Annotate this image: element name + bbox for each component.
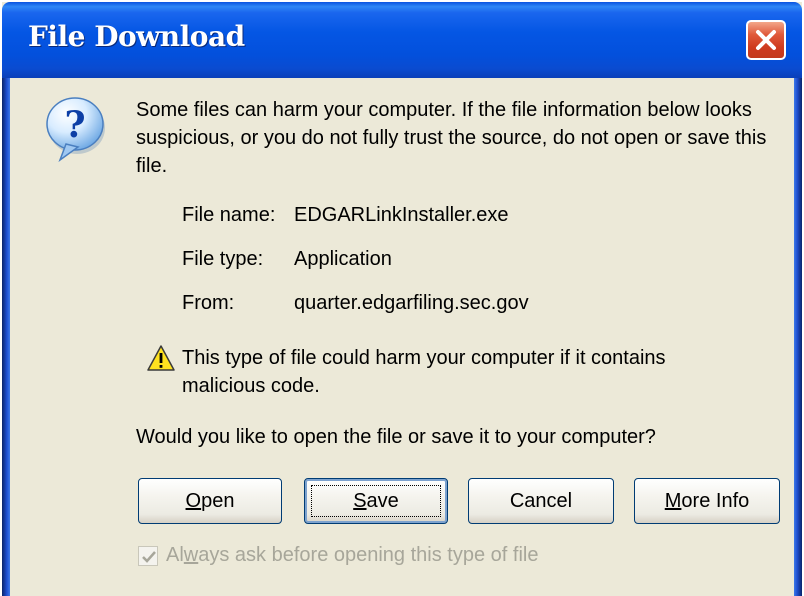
more-info-button-label: ore Info xyxy=(681,490,750,512)
dialog-body: ? Some files can harm your computer. If … xyxy=(10,78,794,596)
caution-message: This type of file could harm your comput… xyxy=(182,347,666,397)
always-ask-label-part: Al xyxy=(166,544,184,566)
question-mark-balloon-icon: ? xyxy=(46,97,105,162)
open-button-label: pen xyxy=(201,490,235,512)
cancel-button-label: Cancel xyxy=(509,490,573,512)
file-name-value: EDGARLinkInstaller.exe xyxy=(294,204,509,226)
more-info-button-mnemonic: M xyxy=(664,490,682,512)
save-button-mnemonic: S xyxy=(353,490,367,512)
from-value: quarter.edgarfiling.sec.gov xyxy=(294,292,529,314)
open-or-save-question: Would you like to open the file or save … xyxy=(136,426,656,448)
window-frame-right xyxy=(794,30,802,596)
file-download-dialog: File Download ? Some files can harm your… xyxy=(2,2,802,596)
always-ask-label-rest: ays ask before opening this type of file xyxy=(198,544,539,566)
always-ask-mnemonic: w xyxy=(183,544,199,566)
open-button[interactable]: Open xyxy=(138,478,282,524)
dialog-title: File Download xyxy=(28,20,245,53)
save-button[interactable]: Save xyxy=(304,478,448,524)
from-label: From: xyxy=(182,292,235,314)
title-bar[interactable]: File Download xyxy=(2,2,802,78)
window-frame-left xyxy=(2,30,10,596)
save-button-label: ave xyxy=(366,490,399,512)
checkmark-icon xyxy=(142,551,156,563)
always-ask-label: Always ask before opening this type of f… xyxy=(166,544,538,567)
more-info-button[interactable]: More Info xyxy=(634,478,780,524)
always-ask-checkbox[interactable] xyxy=(138,546,158,566)
cancel-button[interactable]: Cancel xyxy=(468,478,614,524)
open-button-mnemonic: O xyxy=(185,490,202,512)
warning-triangle-icon xyxy=(147,345,175,371)
security-warning-message: Some files can harm your computer. If th… xyxy=(136,99,767,177)
file-type-label: File type: xyxy=(182,248,264,270)
svg-text:?: ? xyxy=(64,104,85,146)
close-icon xyxy=(756,30,776,50)
file-type-value: Application xyxy=(294,248,392,270)
close-button[interactable] xyxy=(746,20,786,60)
file-name-label: File name: xyxy=(182,204,276,226)
